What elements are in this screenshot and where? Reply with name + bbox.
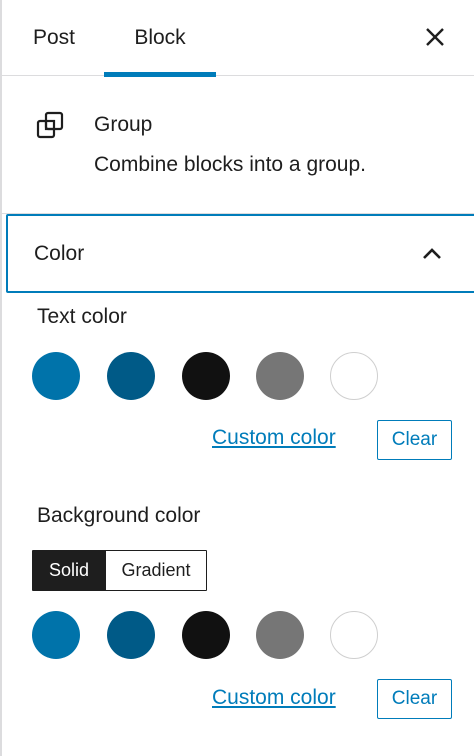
background-color-clear-button[interactable]: Clear xyxy=(377,679,452,719)
tab-post-label: Post xyxy=(32,26,76,49)
text-color-swatch-white[interactable] xyxy=(330,352,378,400)
text-custom-color-link[interactable]: Custom color xyxy=(212,426,336,450)
block-title: Group xyxy=(94,113,153,136)
background-type-toggle: Solid Gradient xyxy=(32,550,207,591)
close-icon xyxy=(426,28,444,46)
background-color-swatch-dark-blue[interactable] xyxy=(107,611,155,659)
background-color-swatch-white[interactable] xyxy=(330,611,378,659)
text-color-swatch-gray[interactable] xyxy=(256,352,304,400)
color-panel-toggle[interactable]: Color xyxy=(6,214,474,293)
block-description: Combine blocks into a group. xyxy=(94,153,366,176)
text-color-clear-button[interactable]: Clear xyxy=(377,420,452,460)
text-color-swatch-black[interactable] xyxy=(182,352,230,400)
background-color-label: Background color xyxy=(37,504,201,527)
block-settings-sidebar: Post Block Group Combine blocks into a g… xyxy=(0,0,474,756)
tab-block-label: Block xyxy=(134,26,186,49)
sidebar-tabs: Post Block xyxy=(2,0,474,77)
gradient-tab[interactable]: Gradient xyxy=(105,551,206,590)
solid-tab[interactable]: Solid xyxy=(33,551,105,590)
color-panel-title: Color xyxy=(34,241,85,265)
text-color-swatch-dark-blue[interactable] xyxy=(107,352,155,400)
close-sidebar-button[interactable] xyxy=(418,20,452,54)
text-color-label: Text color xyxy=(37,305,127,328)
group-icon xyxy=(36,111,64,139)
background-color-swatch-black[interactable] xyxy=(182,611,230,659)
tab-post[interactable]: Post xyxy=(10,0,98,76)
tab-block[interactable]: Block xyxy=(104,0,216,77)
background-custom-color-link[interactable]: Custom color xyxy=(212,686,336,710)
chevron-up-icon xyxy=(423,248,441,259)
background-color-swatch-gray[interactable] xyxy=(256,611,304,659)
text-color-swatch-blue[interactable] xyxy=(32,352,80,400)
block-card: Group Combine blocks into a group. xyxy=(2,77,474,214)
background-color-swatch-blue[interactable] xyxy=(32,611,80,659)
